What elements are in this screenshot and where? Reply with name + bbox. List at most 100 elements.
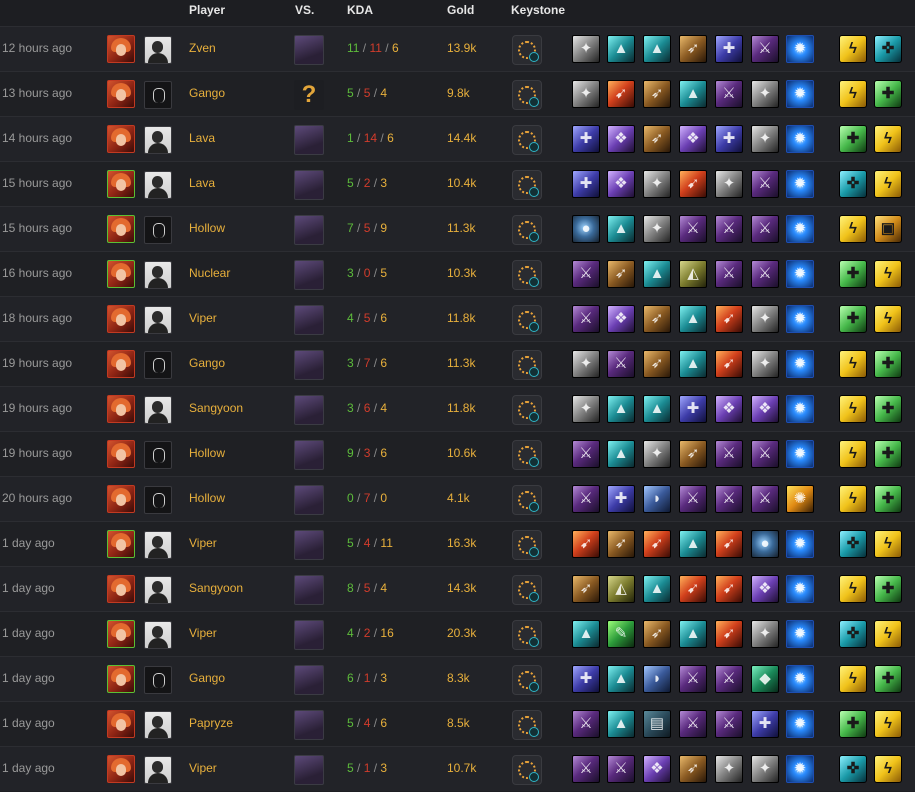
item-sword-icon[interactable]: ⚔	[679, 710, 707, 738]
summoner-spell-heal-icon[interactable]: ✚	[839, 260, 867, 288]
summoner-spell-heal-icon[interactable]: ✚	[839, 305, 867, 333]
summoner-spell-cleanse-icon[interactable]: ✜	[839, 620, 867, 648]
player-name-link[interactable]: Sangyoon	[189, 581, 243, 595]
summoner-spell-flash-icon[interactable]: ϟ	[839, 80, 867, 108]
item-gun-icon[interactable]: ✦	[715, 170, 743, 198]
item-sword-icon[interactable]: ⚔	[751, 440, 779, 468]
item-green-icon[interactable]: ✎	[607, 620, 635, 648]
summoner-spell-heal-icon[interactable]: ✚	[874, 350, 902, 378]
item-orb-icon[interactable]: ●	[572, 215, 600, 243]
item-purple-icon[interactable]: ❖	[643, 755, 671, 783]
player-name-link[interactable]: Hollow	[189, 491, 225, 505]
item-gun-icon[interactable]: ✦	[751, 305, 779, 333]
summoner-spell-flash-icon[interactable]: ϟ	[874, 305, 902, 333]
item-bow-icon[interactable]: ➶	[643, 80, 671, 108]
summoner-spell-flash-icon[interactable]: ϟ	[874, 530, 902, 558]
item-greeneye-icon[interactable]: ◆	[751, 665, 779, 693]
item-teal-icon[interactable]: ▲	[607, 395, 635, 423]
item-sword-icon[interactable]: ⚔	[751, 35, 779, 63]
item-purple-icon[interactable]: ❖	[751, 575, 779, 603]
item-red-icon[interactable]: ➹	[607, 80, 635, 108]
item-sword-icon[interactable]: ⚔	[572, 440, 600, 468]
item-sword-icon[interactable]: ⚔	[751, 170, 779, 198]
player-name-link[interactable]: Lava	[189, 176, 215, 190]
summoner-spell-flash-icon[interactable]: ϟ	[839, 575, 867, 603]
item-sword-icon[interactable]: ⚔	[751, 260, 779, 288]
item-purple-icon[interactable]: ❖	[679, 125, 707, 153]
summoner-spell-cleanse-icon[interactable]: ✜	[839, 755, 867, 783]
item-sword-icon[interactable]: ⚔	[715, 710, 743, 738]
item-bow-icon[interactable]: ➶	[572, 575, 600, 603]
item-teal-icon[interactable]: ▲	[643, 575, 671, 603]
item-bow-icon[interactable]: ➶	[679, 35, 707, 63]
item-gun-icon[interactable]: ✦	[715, 755, 743, 783]
item-red-icon[interactable]: ➹	[715, 305, 743, 333]
player-name-link[interactable]: Nuclear	[189, 266, 230, 280]
player-name-link[interactable]: Gango	[189, 356, 225, 370]
summoner-spell-flash-icon[interactable]: ϟ	[874, 170, 902, 198]
item-sword-icon[interactable]: ⚔	[572, 710, 600, 738]
match-row[interactable]: 15 hours ago Hollow 7 / 5 / 9 11.3k ● ▲ ✦ ⚔ ⚔ ⚔ ✹ ϟ…	[0, 206, 915, 251]
player-name-link[interactable]: Sangyoon	[189, 401, 243, 415]
item-teal-icon[interactable]: ▲	[607, 440, 635, 468]
item-sword-icon[interactable]: ⚔	[679, 665, 707, 693]
item-teal-icon[interactable]: ▲	[679, 350, 707, 378]
match-row[interactable]: 19 hours ago Hollow 9 / 3 / 6 10.6k ⚔ ▲ ✦ ➶ ⚔ ⚔ ✹ ϟ…	[0, 431, 915, 476]
summoner-spell-flash-icon[interactable]: ϟ	[839, 350, 867, 378]
player-name-link[interactable]: Hollow	[189, 221, 225, 235]
item-gun-icon[interactable]: ✦	[572, 395, 600, 423]
item-teal-icon[interactable]: ▲	[607, 710, 635, 738]
summoner-spell-cleanse-icon[interactable]: ✜	[839, 530, 867, 558]
item-sword-icon[interactable]: ⚔	[715, 215, 743, 243]
item-purple-icon[interactable]: ❖	[607, 305, 635, 333]
item-gun-icon[interactable]: ✦	[751, 125, 779, 153]
match-row[interactable]: 19 hours ago Gango 3 / 7 / 6 11.3k ✦ ⚔ ➶ ▲ ➹ ✦ ✹ ϟ ✚	[0, 341, 915, 386]
player-name-link[interactable]: Lava	[189, 131, 215, 145]
trinket-ward-icon[interactable]: ✹	[786, 170, 814, 198]
player-name-link[interactable]: Viper	[189, 761, 217, 775]
match-row[interactable]: 19 hours ago Sangyoon 3 / 6 / 4 11.8k ✦ ▲ ▲ ✚ ❖ ❖…	[0, 386, 915, 431]
item-teal-icon[interactable]: ▲	[607, 215, 635, 243]
match-row[interactable]: 18 hours ago Viper 4 / 5 / 6 11.8k ⚔ ❖ ➶ ▲ ➹ ✦ ✹ ✚ ϟ	[0, 296, 915, 341]
match-row[interactable]: 20 hours ago Hollow 0 / 7 / 0 4.1k ⚔ ✚ ◗ ⚔ ⚔ ⚔ ✺ ϟ ✚	[0, 476, 915, 521]
trinket-ward-icon[interactable]: ✹	[786, 260, 814, 288]
item-gun-icon[interactable]: ✦	[751, 80, 779, 108]
item-staff-icon[interactable]: ✚	[679, 395, 707, 423]
item-red-icon[interactable]: ➹	[679, 575, 707, 603]
item-staff-icon[interactable]: ✚	[715, 125, 743, 153]
trinket-ward-icon[interactable]: ✹	[786, 710, 814, 738]
item-purple-icon[interactable]: ❖	[751, 395, 779, 423]
player-name-link[interactable]: Zven	[189, 41, 216, 55]
item-gun-icon[interactable]: ✦	[751, 350, 779, 378]
trinket-ward-icon[interactable]: ✹	[786, 350, 814, 378]
item-boots-icon[interactable]: ◗	[643, 665, 671, 693]
item-bow-icon[interactable]: ➶	[679, 440, 707, 468]
match-row[interactable]: 1 day ago Viper 5 / 1 / 3 10.7k ⚔ ⚔ ❖ ➶ ✦ ✦ ✹ ✜ ϟ	[0, 746, 915, 791]
item-staff-icon[interactable]: ✚	[572, 125, 600, 153]
trinket-ward-icon[interactable]: ✹	[786, 35, 814, 63]
item-bow-icon[interactable]: ➶	[643, 125, 671, 153]
item-gun-icon[interactable]: ✦	[643, 170, 671, 198]
summoner-spell-heal-icon[interactable]: ✚	[874, 485, 902, 513]
item-yellowhat-icon[interactable]: ◭	[679, 260, 707, 288]
player-name-link[interactable]: Papryze	[189, 716, 233, 730]
player-name-link[interactable]: Gango	[189, 86, 225, 100]
trinket-ward-icon[interactable]: ✹	[786, 620, 814, 648]
item-teal-icon[interactable]: ▲	[607, 665, 635, 693]
summoner-spell-cleanse-icon[interactable]: ✜	[839, 170, 867, 198]
summoner-spell-heal-icon[interactable]: ✚	[874, 665, 902, 693]
trinket-ward-icon[interactable]: ✹	[786, 125, 814, 153]
item-bow-icon[interactable]: ➶	[643, 620, 671, 648]
item-purple-icon[interactable]: ❖	[607, 170, 635, 198]
match-row[interactable]: 1 day ago Gango 6 / 1 / 3 8.3k ✚ ▲ ◗ ⚔ ⚔ ◆ ✹ ϟ ✚	[0, 656, 915, 701]
item-purple-icon[interactable]: ❖	[607, 125, 635, 153]
item-bow-icon[interactable]: ➶	[607, 260, 635, 288]
summoner-spell-flash-icon[interactable]: ϟ	[874, 710, 902, 738]
match-row[interactable]: 16 hours ago Nuclear 3 / 0 / 5 10.3k ⚔ ➶ ▲ ◭ ⚔ ⚔ ✹…	[0, 251, 915, 296]
item-flame-icon[interactable]: ✺	[786, 485, 814, 513]
item-staff-icon[interactable]: ✚	[715, 35, 743, 63]
summoner-spell-heal-icon[interactable]: ✚	[874, 575, 902, 603]
trinket-ward-icon[interactable]: ✹	[786, 665, 814, 693]
item-teal-icon[interactable]: ▲	[643, 260, 671, 288]
item-gun-icon[interactable]: ✦	[643, 215, 671, 243]
